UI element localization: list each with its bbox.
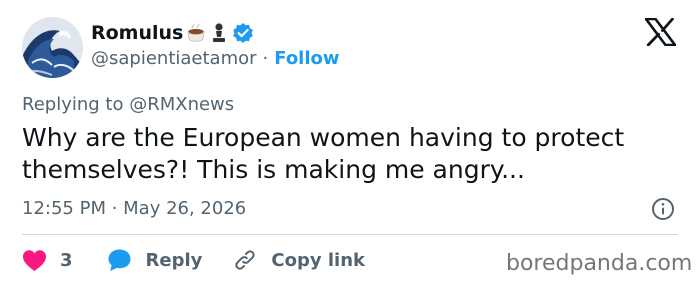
heart-icon: [23, 249, 46, 271]
copy-link-button[interactable]: Copy link: [233, 248, 365, 272]
tweet-text: Why are the European women having to pro…: [22, 123, 625, 184]
action-bar: 3 Reply Copy link: [22, 246, 365, 274]
info-icon[interactable]: [651, 197, 675, 221]
copy-link-label: Copy link: [271, 249, 365, 271]
reply-mention-link[interactable]: @RMXnews: [129, 94, 234, 115]
reply-button[interactable]: Reply: [107, 248, 203, 272]
x-logo-icon[interactable]: [645, 18, 676, 46]
verified-badge-icon[interactable]: [232, 22, 254, 44]
handle-row: @sapientiaetamor · Follow: [91, 47, 340, 71]
replying-prefix: Replying to: [22, 94, 130, 115]
follow-button[interactable]: Follow: [274, 47, 339, 71]
coffee-emoji-icon: [186, 22, 206, 44]
reply-label: Reply: [145, 249, 203, 271]
tweet-timestamp[interactable]: 12:55 PM · May 26, 2026: [22, 197, 246, 221]
divider: [22, 234, 678, 235]
user-name-row[interactable]: Romulus: [91, 20, 254, 46]
replying-to-line: Replying to @RMXnews: [22, 93, 234, 117]
display-name[interactable]: Romulus: [91, 20, 183, 46]
like-count: 3: [60, 249, 73, 271]
chess-pawn-emoji-icon: [209, 22, 229, 44]
speech-bubble-icon: [108, 249, 131, 271]
separator-dot: ·: [262, 48, 269, 69]
wave-painting-avatar-image: [22, 17, 83, 78]
tweet-card: Romulus @sapientiaetamor · Follow Replyi…: [0, 0, 700, 287]
watermark: boredpanda.com: [506, 251, 693, 276]
link-icon: [235, 250, 256, 270]
like-button[interactable]: 3: [22, 249, 73, 272]
avatar[interactable]: [22, 17, 83, 78]
user-handle[interactable]: @sapientiaetamor: [91, 47, 257, 71]
